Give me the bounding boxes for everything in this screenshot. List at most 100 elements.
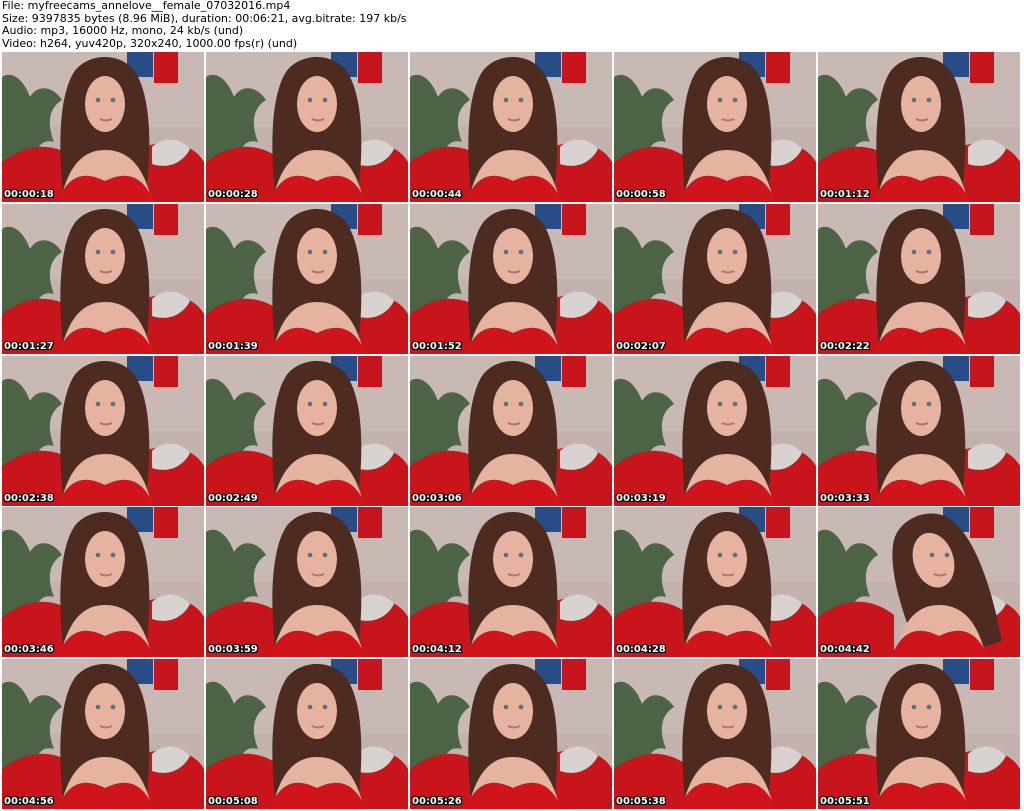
thumbnail-scene-illustration: [410, 52, 612, 202]
left-eye: [717, 401, 723, 406]
wall-art-red: [766, 659, 790, 691]
left-eye: [307, 249, 313, 255]
face-shape: [297, 379, 337, 436]
thumbnail-timestamp: 00:05:26: [412, 796, 462, 808]
face-shape: [85, 76, 125, 132]
video-thumbnail: 00:02:07: [614, 203, 816, 354]
video-thumbnail: 00:02:22: [818, 203, 1020, 354]
wall-art-red: [970, 659, 994, 691]
face-shape: [297, 76, 337, 132]
thumbnail-scene-illustration: [2, 659, 204, 810]
thumbnail-timestamp: 00:02:22: [820, 340, 870, 352]
right-eye: [110, 704, 116, 710]
right-eye: [732, 553, 738, 558]
thumbnail-scene-illustration: [818, 507, 1020, 658]
video-thumbnail: 00:01:52: [410, 203, 612, 354]
left-eye: [95, 97, 101, 103]
thumbnail-timestamp: 00:05:38: [616, 796, 666, 808]
thumbnail-scene-illustration: [818, 203, 1020, 354]
thumbnail-scene-illustration: [206, 52, 408, 202]
video-thumbnail: 00:04:12: [410, 507, 612, 658]
left-eye: [95, 553, 101, 558]
wall-art-red: [358, 659, 382, 691]
thumbnail-timestamp: 00:04:12: [412, 644, 462, 656]
right-eye: [518, 553, 524, 558]
thumbnail-scene-illustration: [206, 507, 408, 658]
thumbnail-scene-illustration: [410, 507, 612, 658]
face-shape: [707, 683, 747, 740]
video-thumbnail: 00:02:49: [206, 355, 408, 506]
wall-art-red: [970, 507, 994, 539]
wall-art-red: [562, 203, 586, 235]
video-thumbnail: 00:03:19: [614, 355, 816, 506]
video-thumbnail: 00:05:26: [410, 659, 612, 810]
left-eye: [911, 704, 917, 710]
right-eye: [926, 249, 932, 255]
thumbnail-timestamp: 00:03:19: [616, 492, 666, 504]
left-eye: [307, 97, 313, 103]
wall-art-red: [154, 507, 178, 539]
wall-art-red: [970, 52, 994, 83]
right-eye: [110, 97, 116, 103]
thumbnail-timestamp: 00:03:59: [208, 644, 258, 656]
thumbnail-scene-illustration: [410, 203, 612, 354]
thumbnail-scene-illustration: [206, 355, 408, 506]
right-eye: [518, 704, 524, 710]
video-info-text: Video: h264, yuv420p, 320x240, 1000.00 f…: [2, 36, 298, 50]
face-shape: [707, 379, 747, 436]
video-thumbnail: 00:00:28: [206, 52, 408, 202]
right-eye: [322, 249, 328, 255]
thumbnail-scene-illustration: [614, 355, 816, 506]
right-eye: [322, 97, 328, 103]
left-eye: [911, 249, 917, 255]
left-eye: [503, 249, 509, 255]
thumbnail-timestamp: 00:00:44: [412, 189, 462, 200]
left-eye: [307, 704, 313, 710]
thumbnail-timestamp: 00:01:12: [820, 189, 870, 200]
thumbnail-scene-illustration: [2, 355, 204, 506]
face-shape: [297, 227, 337, 284]
wall-art-red: [358, 52, 382, 83]
left-eye: [717, 704, 723, 710]
wall-art-red: [766, 507, 790, 539]
left-eye: [95, 249, 101, 255]
wall-art-red: [970, 355, 994, 387]
thumbnail-scene-illustration: [614, 659, 816, 810]
thumbnail-scene-illustration: [818, 659, 1020, 810]
thumbnail-timestamp: 00:00:58: [616, 189, 666, 200]
thumbnail-timestamp: 00:03:33: [820, 492, 870, 504]
wall-art-red: [358, 507, 382, 539]
video-thumbnail: 00:03:06: [410, 355, 612, 506]
thumbnail-scene-illustration: [818, 355, 1020, 506]
face-shape: [493, 76, 533, 132]
video-thumbnail: 00:04:56: [2, 659, 204, 810]
right-eye: [732, 401, 738, 406]
wall-art-red: [358, 355, 382, 387]
thumbnail-grid: 00:00:18 00:00:28 00:00:44 00:00:58 00:01:12…: [2, 52, 1022, 811]
face-shape: [85, 379, 125, 436]
wall-art-red: [154, 203, 178, 235]
thumbnail-timestamp: 00:05:51: [820, 796, 870, 808]
video-thumbnail: 00:00:58: [614, 52, 816, 202]
video-thumbnail: 00:00:44: [410, 52, 612, 202]
audio-info-text: Audio: mp3, 16000 Hz, mono, 24 kb/s (und…: [2, 24, 244, 37]
face-shape: [707, 76, 747, 132]
thumbnail-timestamp: 00:04:42: [820, 644, 870, 656]
video-thumbnail: 00:05:38: [614, 659, 816, 810]
left-eye: [307, 401, 313, 406]
left-eye: [911, 97, 917, 103]
video-thumbnail: 00:03:59: [206, 507, 408, 658]
wall-art-red: [766, 355, 790, 387]
video-thumbnail: 00:02:38: [2, 355, 204, 506]
video-thumbnail: 00:05:08: [206, 659, 408, 810]
face-shape: [901, 683, 941, 740]
thumbnail-scene-illustration: [2, 52, 204, 202]
video-thumbnail: 00:04:28: [614, 507, 816, 658]
right-eye: [926, 97, 932, 103]
wall-art-red: [154, 355, 178, 387]
video-thumbnail: 00:01:27: [2, 203, 204, 354]
thumbnail-timestamp: 00:05:08: [208, 796, 258, 808]
face-shape: [707, 531, 747, 588]
wall-art-red: [358, 203, 382, 235]
wall-art-red: [766, 52, 790, 83]
